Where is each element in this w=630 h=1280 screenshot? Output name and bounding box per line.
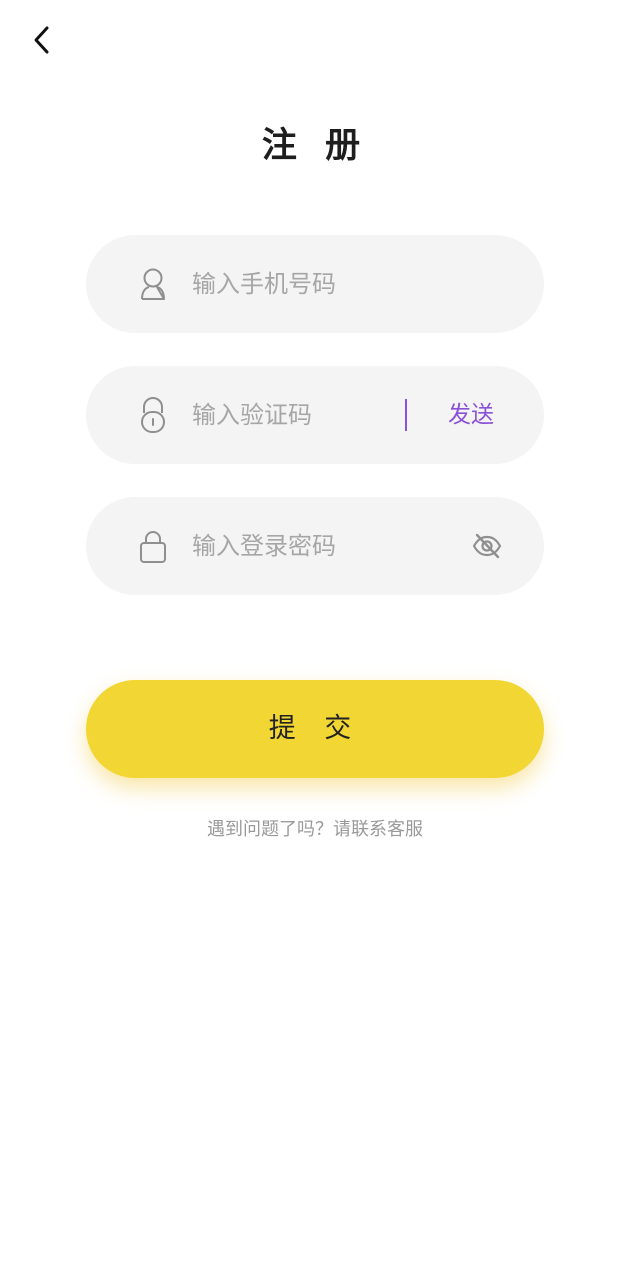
page-title: 注 册 xyxy=(261,126,369,166)
phone-field xyxy=(86,235,544,333)
password-input[interactable] xyxy=(192,521,422,571)
lock-icon xyxy=(136,527,170,565)
back-button[interactable] xyxy=(22,20,62,60)
verification-code-field: 发送 xyxy=(86,366,544,464)
eye-off-icon xyxy=(472,533,502,559)
send-code-button[interactable]: 发送 xyxy=(426,390,516,440)
submit-button[interactable]: 提 交 xyxy=(86,680,544,778)
user-icon xyxy=(136,265,170,303)
phone-input[interactable] xyxy=(192,259,422,309)
password-field xyxy=(86,497,544,595)
chevron-left-icon xyxy=(34,26,49,54)
verification-code-input[interactable] xyxy=(192,390,422,440)
contact-support-link[interactable]: 遇到问题了吗？请联系客服 xyxy=(0,816,630,844)
lock-keyhole-icon xyxy=(136,396,170,434)
toggle-password-visibility-button[interactable] xyxy=(470,527,504,565)
divider xyxy=(405,399,407,431)
